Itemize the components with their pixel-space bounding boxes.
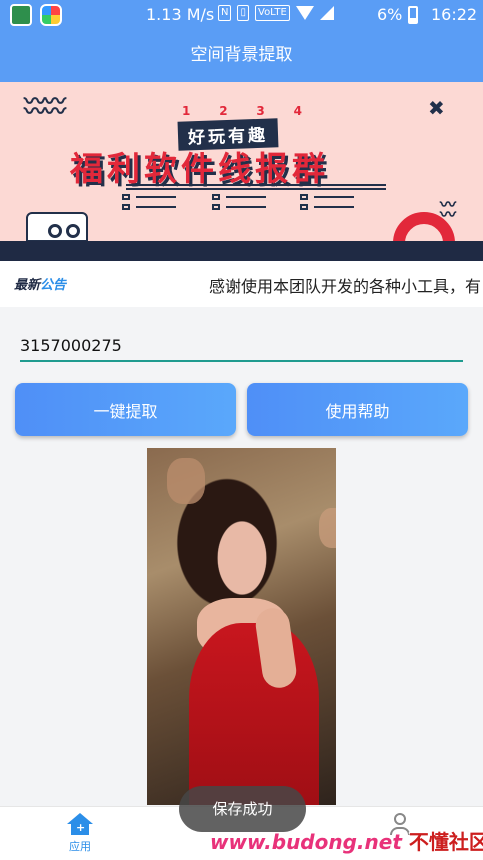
page-title: 空间背景提取 [190, 45, 293, 65]
plus-icon: + [76, 821, 86, 834]
extract-button[interactable]: 一键提取 [15, 383, 236, 436]
site-watermark: www.budong.net 不懂社区 [210, 826, 483, 855]
banner-number: 2 [219, 104, 228, 118]
wifi-icon [295, 6, 314, 20]
watermark-brand: 不懂社区 [408, 830, 483, 854]
logo-prefix: 最新 [14, 278, 41, 293]
help-button[interactable]: 使用帮助 [247, 383, 468, 436]
qq-number-input[interactable] [20, 330, 463, 362]
promo-banner[interactable]: 〰〰 〰〰 〰〰 ✖ 1 2 3 4 好玩有趣 福利软件线报群 [0, 82, 483, 261]
announcement-bar[interactable]: 最新公告 感谢使用本团队开发的各种小工具，有 [0, 261, 483, 307]
banner-numbers: 1 2 3 4 [182, 104, 302, 118]
status-app-icons [10, 4, 62, 26]
watermark-site: www.budong.net [210, 830, 402, 854]
user-icon [394, 813, 406, 825]
vibrate-icon: ▯ [237, 5, 249, 21]
photos-notification-icon [40, 4, 62, 26]
banner-number: 3 [256, 104, 265, 118]
battery-percent: 6% [377, 5, 403, 24]
banner-number: 1 [182, 104, 191, 118]
list-icon [212, 194, 270, 214]
banner-headline: 福利软件线报群 [70, 149, 329, 188]
network-speed: 1.13 M/s [146, 5, 215, 24]
announcement-text: 感谢使用本团队开发的各种小工具，有 [209, 277, 482, 296]
nfc-icon: N [218, 5, 232, 21]
extracted-background-image[interactable] [147, 448, 336, 805]
nav-item-label: 应用 [69, 840, 91, 853]
battery-status: 6% [377, 5, 419, 24]
volte-icon: VoLTE [255, 5, 290, 21]
app-title-bar: 空间背景提取 [0, 30, 483, 82]
checklist-icon [122, 194, 180, 214]
nav-item-apps[interactable]: + 应用 [55, 813, 105, 854]
banner-base-strip [0, 241, 483, 261]
wave-decoration-icon: 〰〰 〰〰 [24, 90, 66, 125]
photo-detail [319, 508, 336, 548]
clock: 16:22 [431, 5, 478, 24]
announcement-logo: 最新公告 [14, 274, 66, 293]
app-notification-icon [10, 4, 32, 26]
glasses-lens [66, 224, 80, 238]
list-icon [300, 194, 358, 214]
logo-suffix: 公告 [40, 278, 67, 293]
status-indicators: N ▯ VoLTE [218, 5, 334, 21]
home-icon: + [67, 813, 93, 835]
banner-divider [126, 184, 386, 190]
banner-number: 4 [293, 104, 302, 118]
battery-icon [408, 5, 419, 24]
glasses-lens [48, 224, 62, 238]
x-decoration-icon: ✖ [428, 96, 445, 120]
status-bar: 1.13 M/s N ▯ VoLTE 6% 16:22 [0, 0, 483, 30]
cat-with-glasses-icon [26, 212, 88, 242]
signal-icon [319, 6, 334, 20]
photo-detail [189, 623, 319, 805]
photo-detail [167, 458, 205, 504]
